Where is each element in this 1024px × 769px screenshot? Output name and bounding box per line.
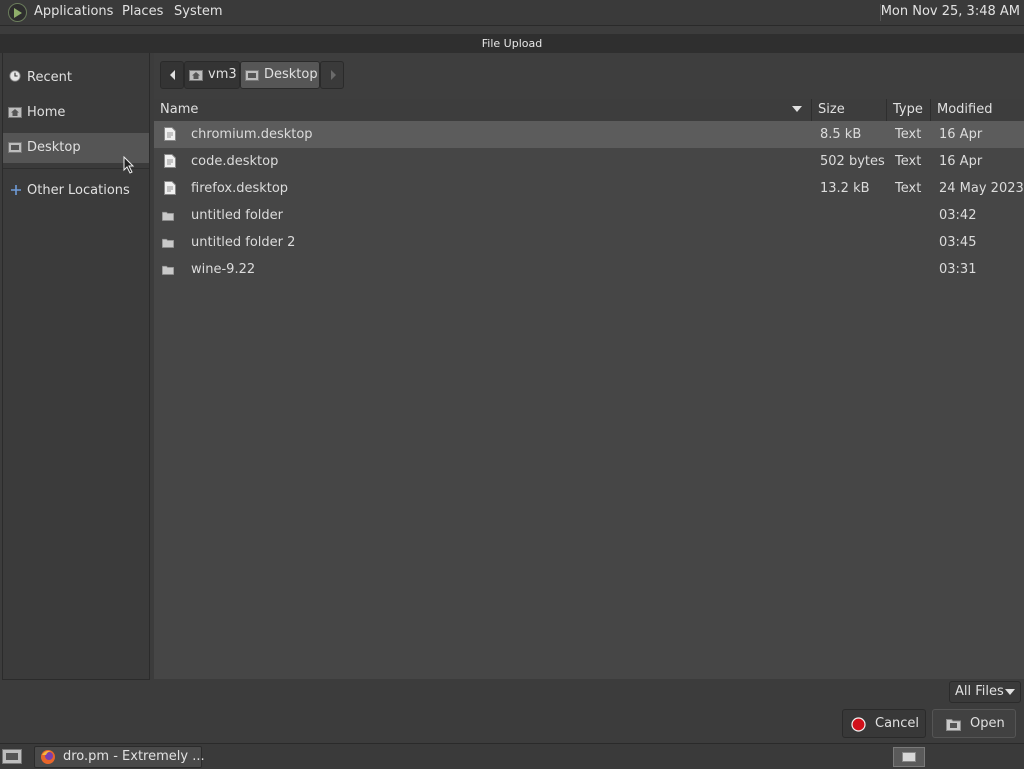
file-row[interactable]: untitled folder 2 03:45 — [154, 229, 1024, 256]
file-browser: vm3 Desktop Name Size Type Modified chro… — [154, 53, 1024, 679]
sidebar-item-label: Recent — [27, 70, 72, 85]
file-type: Text — [895, 181, 922, 196]
file-row[interactable]: chromium.desktop 8.5 kB Text 16 Apr — [154, 121, 1024, 148]
file-row[interactable]: untitled folder 03:42 — [154, 202, 1024, 229]
home-folder-icon — [189, 70, 203, 81]
text-file-icon — [164, 127, 176, 141]
column-modified[interactable]: Modified — [930, 99, 1024, 121]
file-name: code.desktop — [191, 154, 279, 169]
desktop-folder-icon — [245, 70, 259, 81]
show-desktop-icon[interactable] — [2, 748, 22, 764]
cancel-button[interactable]: Cancel — [842, 709, 926, 738]
file-filter-select[interactable]: All Files — [949, 681, 1021, 703]
path-crumb-label: vm3 — [208, 67, 237, 82]
places-menu[interactable]: Places — [122, 4, 163, 19]
file-modified: 03:42 — [939, 208, 977, 223]
sidebar-item-label: Desktop — [27, 140, 81, 155]
clock[interactable]: Mon Nov 25, 3:48 AM — [881, 4, 1020, 19]
file-size: 13.2 kB — [820, 181, 870, 196]
applications-menu[interactable]: Applications — [34, 4, 113, 19]
column-type[interactable]: Type — [886, 99, 930, 121]
file-name: untitled folder — [191, 208, 284, 223]
file-modified: 03:45 — [939, 235, 977, 250]
applications-logo-icon[interactable] — [8, 3, 27, 22]
path-crumb-desktop[interactable]: Desktop — [240, 61, 320, 89]
open-folder-icon — [946, 719, 961, 731]
places-sidebar: Recent Home Desktop Other Locations — [2, 53, 150, 680]
file-type: Text — [895, 154, 922, 169]
file-row[interactable]: firefox.desktop 13.2 kB Text 24 May 2023 — [154, 175, 1024, 202]
folder-icon — [162, 238, 174, 248]
workspace-window-preview — [902, 752, 916, 762]
sidebar-item-label: Other Locations — [27, 183, 130, 198]
sidebar-item-label: Home — [27, 105, 66, 120]
file-modified: 16 Apr — [939, 127, 983, 142]
home-folder-icon — [8, 107, 22, 118]
path-forward-button[interactable] — [320, 61, 344, 89]
folder-icon — [162, 265, 174, 275]
sidebar-item-other-locations[interactable]: Other Locations — [3, 176, 149, 206]
path-crumb-label: Desktop — [264, 67, 318, 82]
taskbar-item-firefox[interactable]: dro.pm - Extremely ... — [34, 746, 205, 768]
plus-icon — [11, 185, 21, 195]
folder-icon — [162, 211, 174, 221]
firefox-icon — [41, 750, 55, 764]
file-name: firefox.desktop — [191, 181, 289, 196]
path-bar: vm3 Desktop — [154, 53, 1024, 99]
open-label: Open — [970, 716, 1005, 731]
path-back-button[interactable] — [160, 61, 184, 89]
sidebar-item-recent[interactable]: Recent — [3, 63, 149, 93]
file-name: chromium.desktop — [191, 127, 313, 142]
column-header: Name Size Type Modified — [154, 99, 1024, 122]
file-size: 8.5 kB — [820, 127, 862, 142]
bottom-taskbar: dro.pm - Extremely ... — [0, 743, 1024, 769]
text-file-icon — [164, 181, 176, 195]
desktop-folder-icon — [8, 142, 22, 153]
dialog-title: File Upload — [0, 34, 1024, 53]
cancel-label: Cancel — [875, 716, 920, 731]
text-file-icon — [164, 154, 176, 168]
file-name: wine-9.22 — [191, 262, 256, 277]
file-row[interactable]: code.desktop 502 bytes Text 16 Apr — [154, 148, 1024, 175]
taskbar-item-label: dro.pm - Extremely ... — [63, 749, 205, 764]
cancel-icon — [851, 717, 866, 732]
file-row[interactable]: wine-9.22 03:31 — [154, 256, 1024, 283]
file-modified: 03:31 — [939, 262, 977, 277]
top-panel: Applications Places System Mon Nov 25, 3… — [0, 0, 1024, 26]
file-name: untitled folder 2 — [191, 235, 296, 250]
path-crumb-vm3[interactable]: vm3 — [184, 61, 240, 89]
sort-descending-icon — [792, 106, 802, 112]
chevron-right-icon — [331, 70, 336, 80]
file-modified: 24 May 2023 — [939, 181, 1024, 196]
open-button[interactable]: Open — [932, 709, 1016, 738]
chevron-left-icon — [170, 70, 175, 80]
file-filter-label: All Files — [955, 684, 1004, 699]
column-name[interactable]: Name — [154, 99, 810, 121]
workspace-switcher[interactable] — [893, 747, 925, 767]
mouse-cursor-icon — [123, 156, 135, 174]
file-size: 502 bytes — [820, 154, 885, 169]
clock-icon — [9, 70, 21, 82]
chevron-down-icon — [1005, 689, 1015, 695]
file-type: Text — [895, 127, 922, 142]
column-size[interactable]: Size — [811, 99, 886, 121]
system-menu[interactable]: System — [174, 4, 222, 19]
sidebar-item-home[interactable]: Home — [3, 98, 149, 128]
file-modified: 16 Apr — [939, 154, 983, 169]
